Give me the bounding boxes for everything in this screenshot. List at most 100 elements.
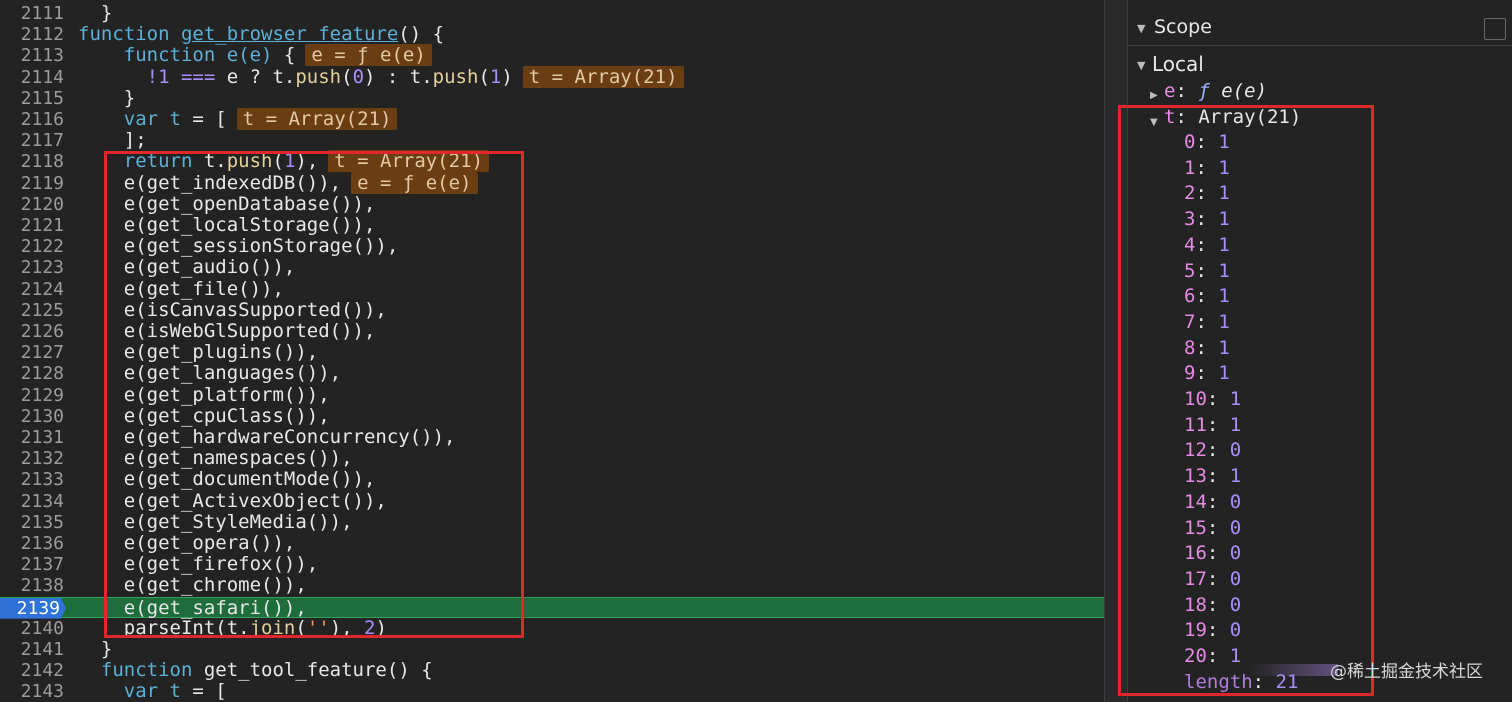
scope-section-header[interactable]: ▼ Scope [1128,14,1512,46]
array-item[interactable]: 2: 1 [1184,181,1230,205]
line-number[interactable]: 2112 [0,24,64,45]
panel-divider[interactable] [1104,0,1128,702]
code-line-current[interactable]: 2139 e(get_safari()), [0,596,1104,619]
array-item[interactable]: 11: 1 [1184,413,1241,437]
line-number[interactable]: 2122 [0,236,64,257]
array-item[interactable]: 19: 0 [1184,618,1241,642]
code-line[interactable]: 2112 function get_browser_feature() { [0,24,1104,46]
code-line[interactable]: 2132 e(get_namespaces()), [0,448,1104,470]
array-item[interactable]: 8: 1 [1184,336,1230,360]
line-number[interactable]: 2117 [0,130,64,151]
code-line[interactable]: 2129 e(get_platform()), [0,384,1104,406]
array-item[interactable]: 15: 0 [1184,516,1241,540]
array-item[interactable]: 6: 1 [1184,284,1230,308]
array-item[interactable]: 5: 1 [1184,259,1230,283]
code-line[interactable]: 2122 e(get_sessionStorage()), [0,236,1104,258]
scope-prop-t[interactable]: ▼ t: Array(21) [1150,105,1301,129]
array-item[interactable]: 7: 1 [1184,310,1230,334]
code-line[interactable]: 2125 e(isCanvasSupported()), [0,299,1104,321]
line-number[interactable]: 2130 [0,406,64,427]
code-line[interactable]: 2118 return t.push(1), t = Array(21) [0,150,1104,173]
expand-triangle-icon[interactable]: ▼ [1137,59,1145,72]
panel-corner-icon[interactable] [1484,18,1506,40]
source-editor[interactable]: 2111 } 2112 function get_browser_feature()… [0,0,1104,702]
line-number[interactable]: 2120 [0,194,64,215]
array-item[interactable]: 9: 1 [1184,361,1230,385]
array-item[interactable]: 12: 0 [1184,438,1241,462]
code-line[interactable]: 2136 e(get_opera()), [0,533,1104,555]
line-number[interactable]: 2115 [0,88,64,109]
line-number[interactable]: 2134 [0,491,64,512]
line-number[interactable]: 2125 [0,300,64,321]
code-line[interactable]: 2124 e(get_file()), [0,278,1104,300]
array-item[interactable]: 14: 0 [1184,490,1241,514]
code-line[interactable]: 2128 e(get_languages()), [0,363,1104,385]
code-line[interactable]: 2138 e(get_chrome()), [0,575,1104,597]
line-number[interactable]: 2131 [0,427,64,448]
array-item[interactable]: 16: 0 [1184,541,1241,565]
array-item[interactable]: 18: 0 [1184,593,1241,617]
code-line[interactable]: 2126 e(isWebGlSupported()), [0,321,1104,343]
code-line[interactable]: 2121 e(get_localStorage()), [0,215,1104,237]
line-number[interactable]: 2111 [0,3,64,24]
code-line[interactable]: 2135 e(get_StyleMedia()), [0,511,1104,533]
inline-value-badge: t = Array(21) [522,65,684,88]
code-line[interactable]: 2143 var t = [ [0,681,1104,702]
code-line[interactable]: 2123 e(get_audio()), [0,257,1104,279]
code-line[interactable]: 2141 } [0,639,1104,661]
line-number[interactable]: 2116 [0,109,64,130]
code-line[interactable]: 2120 e(get_openDatabase()), [0,193,1104,215]
code-line[interactable]: 2116 var t = [t = Array(21) [0,108,1104,130]
line-number[interactable]: 2141 [0,639,64,660]
code-line[interactable]: 2119 e(get_indexedDB()), e = ƒ e(e) [0,171,1104,194]
line-number[interactable]: 2121 [0,215,64,236]
expand-triangle-icon[interactable]: ▼ [1137,22,1145,35]
line-number[interactable]: 2143 [0,681,64,702]
code-line[interactable]: 2142 function get_tool_feature() { [0,660,1104,682]
array-value: 1 [1218,336,1230,359]
code-line[interactable]: 2140 parseInt(t.join(''), 2) [0,616,1104,639]
array-item[interactable]: 0: 1 [1184,130,1230,154]
line-number[interactable]: 2142 [0,660,64,681]
line-number[interactable]: 2129 [0,385,64,406]
array-item[interactable]: 20: 1 [1184,644,1241,668]
code-line[interactable]: 2111 } [0,3,1104,25]
array-item[interactable]: 4: 1 [1184,233,1230,257]
code-line[interactable]: 2131 e(get_hardwareConcurrency()), [0,427,1104,449]
line-number[interactable]: 2119 [0,173,64,194]
code-line[interactable]: 2114 !1 === e ? t.push(0) : t.push(1) t =… [0,65,1104,88]
code-line[interactable]: 2133 e(get_documentMode()), [0,469,1104,491]
expand-triangle-icon[interactable]: ▼ [1150,111,1158,135]
code-line[interactable]: 2134 e(get_ActivexObject()), [0,490,1104,512]
code-line[interactable]: 2127 e(get_plugins()), [0,342,1104,364]
line-number[interactable]: 2114 [0,67,64,88]
code-line[interactable]: 2130 e(get_cpuClass()), [0,405,1104,427]
code-line[interactable]: 2115 } [0,87,1104,109]
scope-prop-e[interactable]: ▶ e: ƒ e(e) [1150,79,1267,103]
line-number[interactable]: 2140 [0,618,64,639]
line-number[interactable]: 2118 [0,151,64,172]
line-number[interactable]: 2127 [0,342,64,363]
line-number[interactable]: 2137 [0,554,64,575]
line-number[interactable]: 2138 [0,575,64,596]
code-token: 2 [364,616,376,639]
line-number[interactable]: 2113 [0,45,64,66]
line-number[interactable]: 2135 [0,512,64,533]
line-number[interactable]: 2132 [0,448,64,469]
line-number[interactable]: 2128 [0,363,64,384]
breakpoint-line-number[interactable]: 2139 [0,597,66,619]
line-number[interactable]: 2133 [0,469,64,490]
array-item[interactable]: 1: 1 [1184,156,1230,180]
line-number[interactable]: 2126 [0,321,64,342]
code-line[interactable]: 2117 ]; [0,130,1104,152]
collapse-triangle-icon[interactable]: ▶ [1150,84,1158,108]
code-line[interactable]: 2113 function e(e) {e = ƒ e(e) [0,44,1104,67]
line-number[interactable]: 2136 [0,533,64,554]
array-item[interactable]: 13: 1 [1184,464,1241,488]
line-number[interactable]: 2124 [0,279,64,300]
line-number[interactable]: 2123 [0,257,64,278]
array-item[interactable]: 3: 1 [1184,207,1230,231]
code-line[interactable]: 2137 e(get_firefox()), [0,554,1104,576]
array-item[interactable]: 10: 1 [1184,387,1241,411]
array-item[interactable]: 17: 0 [1184,567,1241,591]
